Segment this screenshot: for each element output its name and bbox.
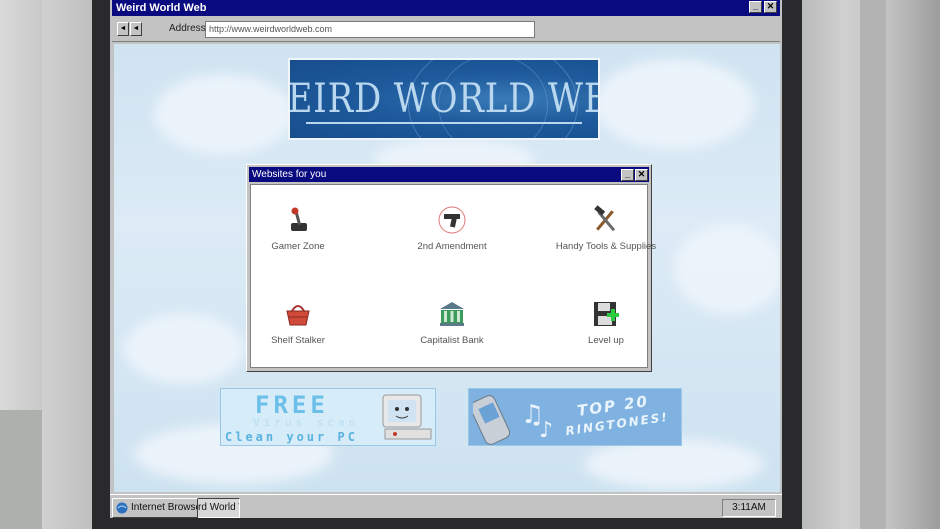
bank-icon [440, 302, 464, 326]
svg-text:♪: ♪ [539, 418, 553, 443]
taskbar-item-label: Internet Browser [131, 502, 198, 513]
window-title: Weird World Web [116, 2, 207, 14]
site-label: 2nd Amendment [417, 241, 487, 252]
close-icon: ✕ [637, 169, 646, 179]
monitor-bezel-left [92, 0, 110, 529]
address-label: Address: [169, 23, 209, 34]
popup-body: Gamer Zone 2nd Amendment Handy Tools & S… [250, 184, 656, 368]
back-arrow-icon: ◄ [132, 25, 140, 32]
background-cloud [154, 74, 294, 154]
site-label: Gamer Zone [271, 241, 325, 252]
background-cloud [594, 59, 754, 149]
taskbar-item-internet-browser[interactable]: Internet Browser [112, 498, 198, 518]
wall-edge [42, 0, 92, 529]
forward-button[interactable]: ◄ [130, 22, 142, 36]
ad-subtitle: Virus scan [253, 416, 360, 429]
minimize-button[interactable]: _ [749, 1, 762, 13]
taskbar: Internet Browser Weird World Web 3:11AM [110, 494, 782, 518]
floppy-disk-plus-icon [594, 302, 619, 326]
site-label: Capitalist Bank [420, 335, 484, 346]
site-link-shelf-stalker[interactable]: Shelf Stalker [243, 299, 353, 346]
tools-icon [594, 205, 616, 232]
popup-close-button[interactable]: ✕ [635, 169, 648, 181]
popup-title-bar[interactable]: Websites for you [249, 167, 649, 182]
ringtones-ad-banner[interactable]: ♫ ♪ TOP 20 RINGTONES! [468, 388, 682, 446]
websites-popup: Websites for you _ ✕ Gamer Zone 2nd Amen… [246, 164, 656, 372]
computer-mascot-icon [382, 394, 432, 440]
popup-minimize-button[interactable]: _ [621, 169, 634, 181]
monitor-screen: Weird World Web _ ✕ ◄ ◄ Address: http://… [110, 0, 782, 518]
left-wall [0, 0, 92, 529]
close-icon: ✕ [766, 1, 775, 11]
virus-scan-ad-banner[interactable]: FREE Virus scan Clean your PC [220, 388, 436, 446]
site-link-2nd-amendment[interactable]: 2nd Amendment [397, 205, 507, 252]
site-logo[interactable]: WEIRD WORLD WEB [288, 58, 600, 140]
taskbar-clock: 3:11AM [722, 499, 776, 517]
pistol-icon [438, 206, 466, 234]
site-link-gamer-zone[interactable]: Gamer Zone [243, 205, 353, 252]
minimize-icon: _ [752, 1, 758, 11]
shopping-basket-icon [286, 305, 310, 326]
site-label: Handy Tools & Supplies [555, 241, 657, 252]
browser-title-bar[interactable]: Weird World Web _ ✕ [112, 0, 780, 16]
background-cloud [674, 224, 780, 314]
minimize-icon: _ [624, 169, 630, 179]
site-link-handy-tools[interactable]: Handy Tools & Supplies [551, 205, 661, 252]
logo-text: WEIRD WORLD WEB [288, 76, 598, 122]
site-link-level-up[interactable]: Level up [551, 299, 661, 346]
back-button[interactable]: ◄ [117, 22, 129, 36]
site-label: Level up [588, 335, 624, 346]
browser-toolbar: ◄ ◄ Address: http://www.weirdworldweb.co… [112, 16, 780, 42]
background-cloud [584, 439, 764, 489]
site-label: Shelf Stalker [271, 335, 325, 346]
close-button[interactable]: ✕ [764, 1, 777, 13]
ad-tagline: Clean your PC [225, 430, 358, 444]
background-cloud [124, 314, 244, 384]
wall-column [860, 0, 886, 529]
phone-music-icon: ♫ ♪ [473, 395, 553, 445]
right-wall [802, 0, 940, 529]
address-input[interactable]: http://www.weirdworldweb.com [205, 21, 535, 38]
logo-underline [306, 122, 582, 124]
back-arrow-icon: ◄ [119, 25, 127, 32]
popup-title: Websites for you [252, 169, 327, 180]
wall-shadow [0, 410, 42, 529]
browser-globe-icon [116, 502, 128, 514]
ad-headline: FREE [255, 391, 329, 419]
joystick-icon [291, 207, 307, 231]
page-viewport: WEIRD WORLD WEB Websites for you _ ✕ [114, 44, 780, 492]
site-link-capitalist-bank[interactable]: Capitalist Bank [397, 299, 507, 346]
monitor-bezel-bottom [92, 518, 802, 529]
monitor-bezel-right [782, 0, 802, 529]
